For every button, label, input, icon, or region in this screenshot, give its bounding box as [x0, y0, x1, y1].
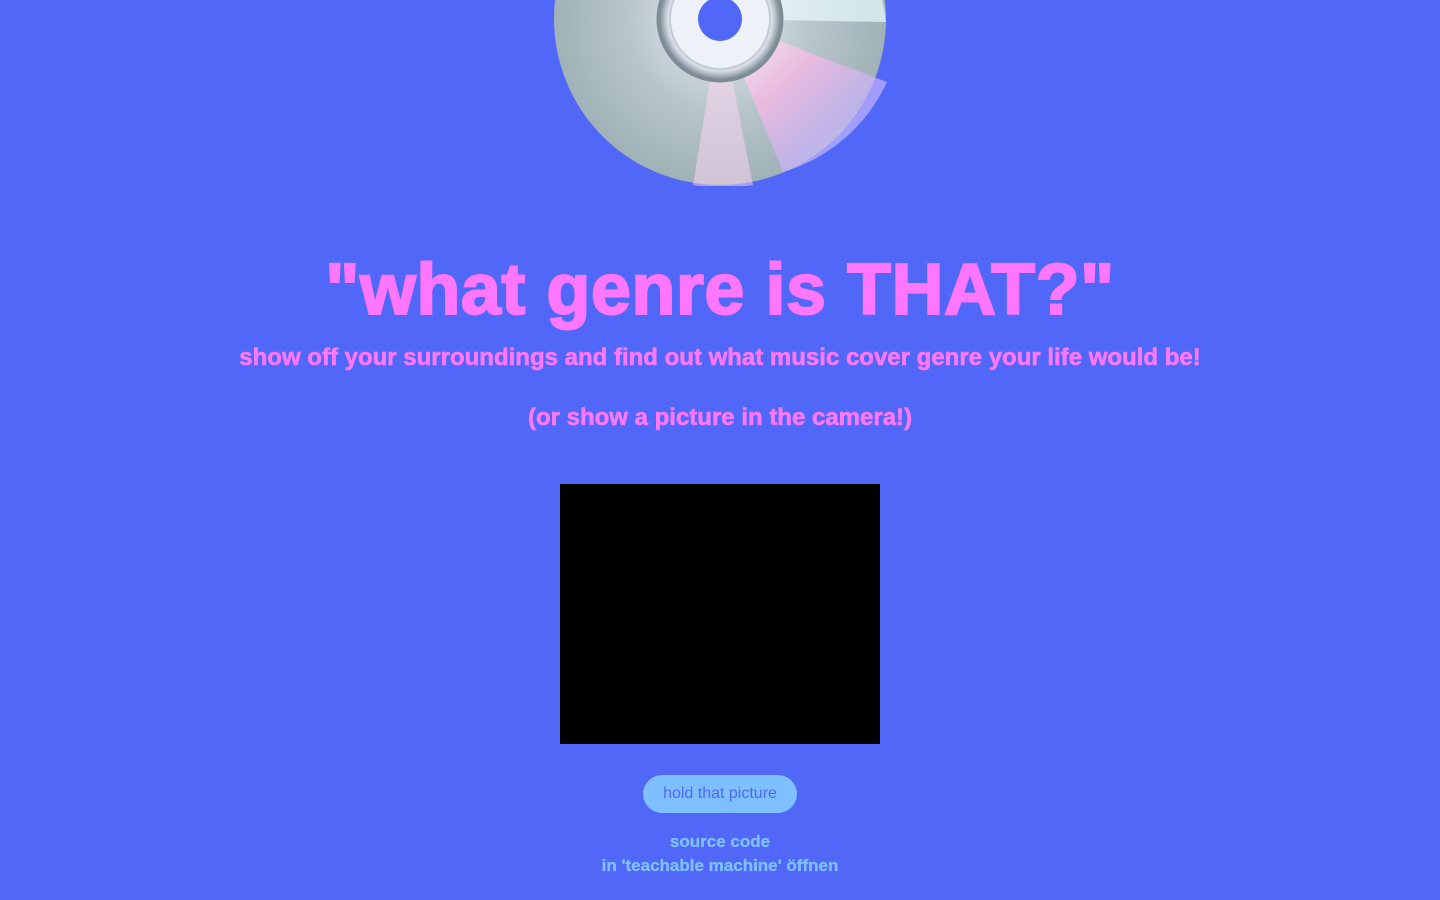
- source-code-link[interactable]: source code: [0, 830, 1440, 854]
- page-subtitle: show off your surroundings and find out …: [239, 344, 1201, 372]
- teachable-machine-link[interactable]: in 'teachable machine' öffnen: [0, 854, 1440, 878]
- page-title: "what genre is THAT?": [324, 249, 1115, 331]
- footer-links: source code in 'teachable machine' öffne…: [0, 830, 1440, 878]
- webcam-preview: [560, 484, 880, 744]
- hold-picture-button[interactable]: hold that picture: [643, 775, 797, 813]
- compact-disc-icon: [553, 0, 887, 186]
- page-subnote: (or show a picture in the camera!): [527, 404, 913, 432]
